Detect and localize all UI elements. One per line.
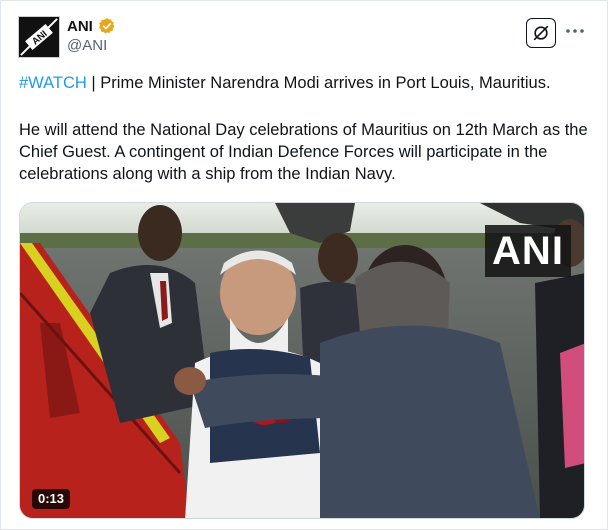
video-player[interactable]: ANI 0:13: [19, 202, 585, 519]
ani-watermark: ANI: [485, 225, 571, 277]
name-row: ANI: [67, 16, 116, 36]
grok-button[interactable]: [526, 18, 556, 48]
hashtag-link[interactable]: #WATCH: [19, 74, 87, 92]
more-icon: [566, 29, 584, 33]
verified-badge-icon: [99, 18, 115, 34]
video-duration: 0:13: [32, 489, 71, 509]
tweet-body: He will attend the National Day celebrat…: [19, 121, 588, 183]
grok-icon: [533, 25, 549, 41]
tweet-text-line1: #WATCH | Prime Minister Narendra Modi ar…: [19, 72, 594, 94]
tweet-headline: | Prime Minister Narendra Modi arrives i…: [86, 74, 551, 92]
avatar[interactable]: ANI: [18, 16, 60, 58]
ani-logo-icon: ANI: [19, 17, 59, 57]
more-button[interactable]: [564, 21, 586, 41]
account-handle[interactable]: @ANI: [67, 37, 107, 54]
display-name[interactable]: ANI: [67, 18, 93, 35]
tweet-card: ANI ANI @ANI #WATCH | Prime Minister Nar…: [0, 0, 608, 530]
